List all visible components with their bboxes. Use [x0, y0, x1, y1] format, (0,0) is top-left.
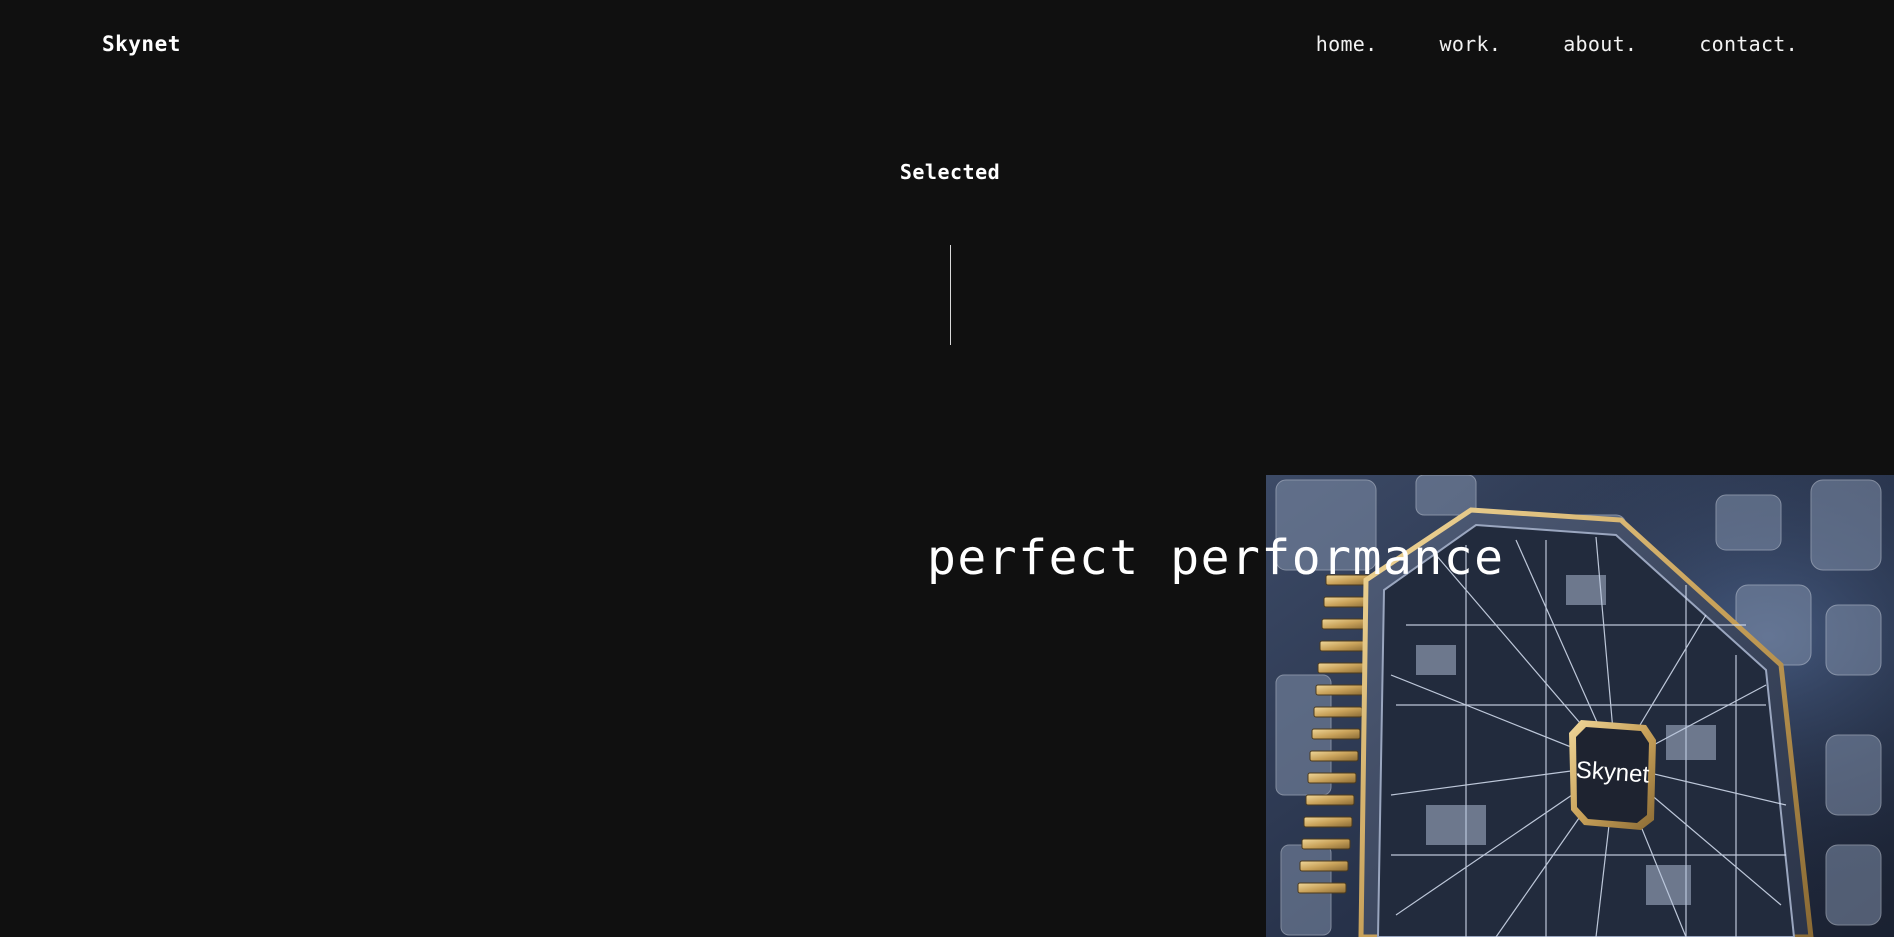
brand-logo[interactable]: Skynet [102, 32, 181, 56]
section-heading: Selected [899, 160, 1001, 184]
project-title[interactable]: perfect performance [927, 530, 1505, 586]
nav-about-link[interactable]: about. [1563, 32, 1637, 56]
main-nav: home. work. about. contact. [1316, 32, 1798, 56]
nav-work-link[interactable]: work. [1440, 32, 1502, 56]
nav-contact-link[interactable]: contact. [1699, 32, 1798, 56]
chip-label: Skynet [1575, 756, 1650, 788]
scroll-divider-line [950, 245, 951, 345]
page: Skynet home. work. about. contact. Selec… [0, 0, 1894, 937]
nav-home-link[interactable]: home. [1316, 32, 1378, 56]
